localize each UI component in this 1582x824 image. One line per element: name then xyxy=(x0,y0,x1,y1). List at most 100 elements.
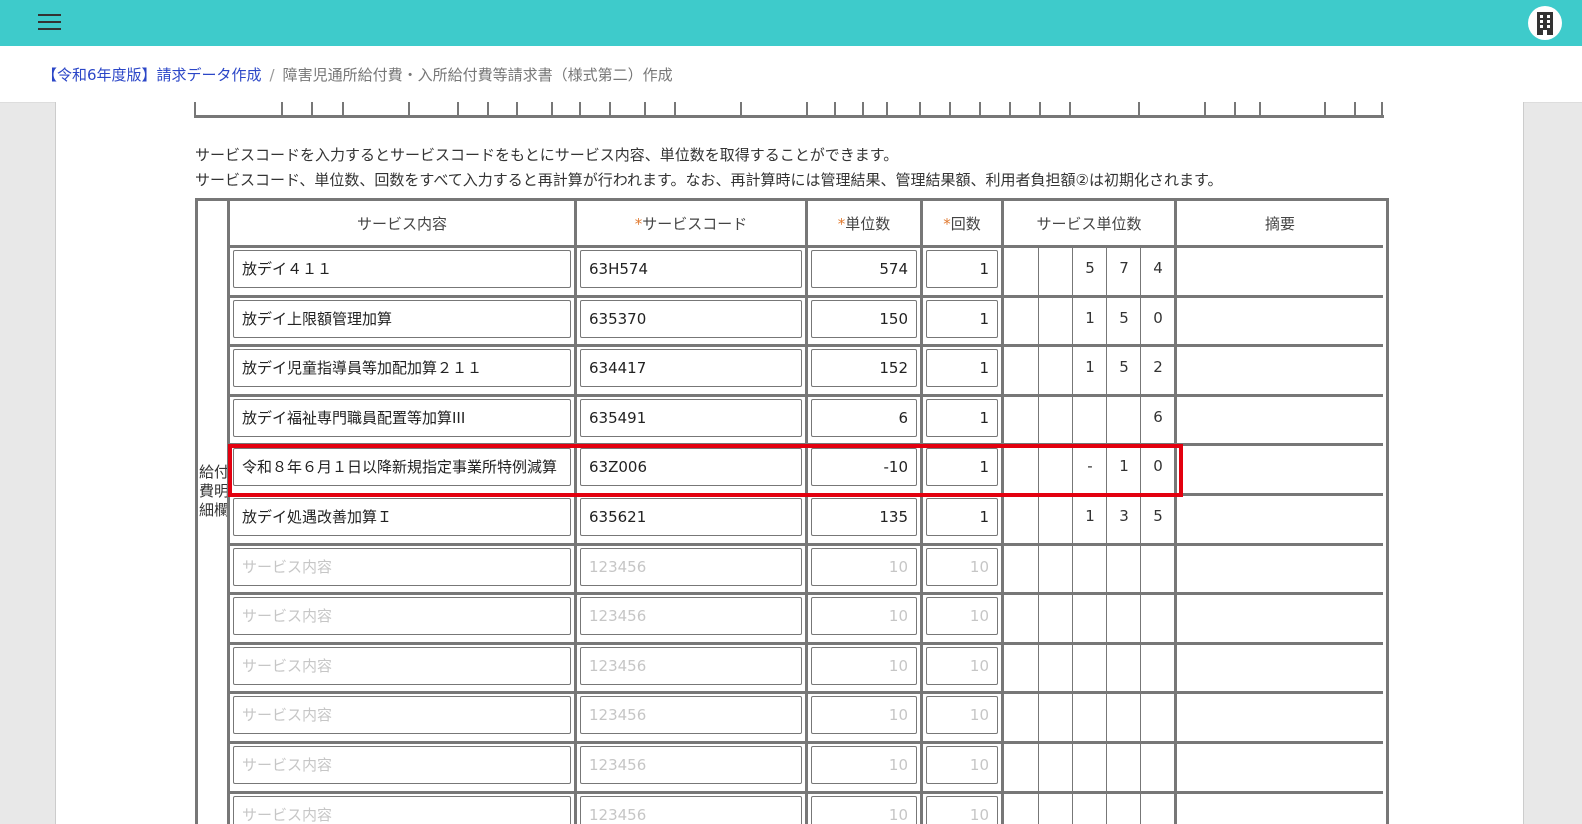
breadcrumb-link[interactable]: 【令和6年度版】請求データ作成 xyxy=(42,66,262,84)
building-icon[interactable] xyxy=(1528,6,1562,40)
service-name-input[interactable]: 放デイ４１１ xyxy=(233,250,571,288)
highlight-box xyxy=(228,444,1183,497)
table-edge-line xyxy=(919,102,921,116)
hamburger-icon[interactable] xyxy=(38,13,61,32)
count-input[interactable]: 10 xyxy=(926,746,998,784)
service-code-input[interactable]: 123456 xyxy=(580,647,802,685)
count-input[interactable]: 1 xyxy=(926,349,998,387)
units-input[interactable]: 150 xyxy=(811,300,917,338)
units-input[interactable]: 10 xyxy=(811,548,917,586)
table-edge-line xyxy=(516,102,518,116)
help-note-1: サービスコードを入力するとサービスコードをもとにサービス内容、単位数を取得するこ… xyxy=(195,146,899,164)
service-code-input[interactable]: 63H574 xyxy=(580,250,802,288)
service-name-input[interactable]: 放デイ児童指導員等加配加算２１１ xyxy=(233,349,571,387)
previous-table-bottom xyxy=(194,115,1384,118)
table-edge-line xyxy=(311,102,313,116)
header-service-label: サービス内容 xyxy=(356,215,447,233)
units-input[interactable]: 135 xyxy=(811,498,917,536)
service-code-input[interactable]: 123456 xyxy=(580,746,802,784)
header-count-label: 回数 xyxy=(950,215,981,233)
table-edge-line xyxy=(457,102,459,116)
service-unit-digit: 5 xyxy=(1085,259,1095,277)
count-input[interactable]: 1 xyxy=(926,250,998,288)
header-remarks: 摘要 xyxy=(1264,215,1295,233)
row-divider xyxy=(230,642,1383,645)
count-input[interactable]: 10 xyxy=(926,796,998,824)
service-name-input[interactable]: サービス内容 xyxy=(233,647,571,685)
table-edge-line xyxy=(1009,102,1011,116)
units-input[interactable]: 10 xyxy=(811,696,917,734)
row-divider xyxy=(230,295,1383,298)
table-edge-line xyxy=(862,102,864,116)
table-edge-line xyxy=(1234,102,1236,116)
row-divider xyxy=(230,245,1383,248)
header-code-label: サービスコード xyxy=(642,215,748,233)
table-edge-line xyxy=(1069,102,1071,116)
header-service: サービス内容 xyxy=(230,201,574,247)
count-input[interactable]: 1 xyxy=(926,399,998,437)
table-edge-line xyxy=(834,102,836,116)
service-unit-digit: 5 xyxy=(1119,309,1129,327)
table-edge-line xyxy=(194,102,196,116)
service-name-input[interactable]: サービス内容 xyxy=(233,548,571,586)
units-input[interactable]: 10 xyxy=(811,746,917,784)
units-input[interactable]: 10 xyxy=(811,796,917,824)
header-units-label: 単位数 xyxy=(845,215,891,233)
count-input[interactable]: 10 xyxy=(926,548,998,586)
service-name-input[interactable]: 放デイ上限額管理加算 xyxy=(233,300,571,338)
required-mark: * xyxy=(943,215,951,233)
service-name-input[interactable]: サービス内容 xyxy=(233,746,571,784)
service-unit-digit: 4 xyxy=(1153,259,1163,277)
units-input[interactable]: 6 xyxy=(811,399,917,437)
table-edge-line xyxy=(1381,102,1383,116)
table-edge-line xyxy=(1138,102,1140,116)
service-unit-digit: 1 xyxy=(1085,309,1095,327)
units-input[interactable]: 574 xyxy=(811,250,917,288)
count-input[interactable]: 1 xyxy=(926,498,998,536)
breadcrumb-current: 障害児通所給付費・入所給付費等請求書（様式第二）作成 xyxy=(282,66,673,84)
service-code-input[interactable]: 123456 xyxy=(580,696,802,734)
breadcrumb-separator: / xyxy=(269,66,275,84)
table-edge-line xyxy=(674,102,676,116)
service-name-input[interactable]: サービス内容 xyxy=(233,696,571,734)
row-divider xyxy=(230,543,1383,546)
digit-divider xyxy=(1038,247,1039,824)
header-code: *サービスコード xyxy=(577,201,805,247)
digit-divider xyxy=(1106,247,1107,824)
service-code-input[interactable]: 123456 xyxy=(580,548,802,586)
count-input[interactable]: 10 xyxy=(926,696,998,734)
units-input[interactable]: 152 xyxy=(811,349,917,387)
table-edge-line xyxy=(886,102,888,116)
service-code-input[interactable]: 123456 xyxy=(580,597,802,635)
service-code-input[interactable]: 635370 xyxy=(580,300,802,338)
count-input[interactable]: 10 xyxy=(926,597,998,635)
row-divider xyxy=(230,791,1383,794)
service-code-input[interactable]: 635491 xyxy=(580,399,802,437)
service-name-input[interactable]: 放デイ福祉専門職員配置等加算III xyxy=(233,399,571,437)
table-edge-line xyxy=(1354,102,1356,116)
service-unit-digit: 2 xyxy=(1153,358,1163,376)
table-edge-line xyxy=(979,102,981,116)
row-divider xyxy=(230,741,1383,744)
units-input[interactable]: 10 xyxy=(811,647,917,685)
count-input[interactable]: 1 xyxy=(926,300,998,338)
service-detail-table: サービス内容 *サービスコード *単位数 *回数 サービス単位数 摘要 給付費明… xyxy=(195,198,1389,824)
service-code-input[interactable]: 634417 xyxy=(580,349,802,387)
count-input[interactable]: 10 xyxy=(926,647,998,685)
table-edge-line xyxy=(408,102,410,116)
units-input[interactable]: 10 xyxy=(811,597,917,635)
table-edge-line xyxy=(1324,102,1326,116)
service-name-input[interactable]: 放デイ処遇改善加算Ｉ xyxy=(233,498,571,536)
service-unit-digit: 1 xyxy=(1085,507,1095,525)
service-unit-digit: 1 xyxy=(1085,358,1095,376)
service-name-input[interactable]: サービス内容 xyxy=(233,796,571,824)
service-unit-digit: 0 xyxy=(1153,309,1163,327)
service-code-input[interactable]: 635621 xyxy=(580,498,802,536)
row-divider xyxy=(230,691,1383,694)
service-name-input[interactable]: サービス内容 xyxy=(233,597,571,635)
table-edge-line xyxy=(579,102,581,116)
table-edge-line xyxy=(487,102,489,116)
digit-divider xyxy=(1072,247,1073,824)
service-code-input[interactable]: 123456 xyxy=(580,796,802,824)
digit-divider xyxy=(1140,247,1141,824)
